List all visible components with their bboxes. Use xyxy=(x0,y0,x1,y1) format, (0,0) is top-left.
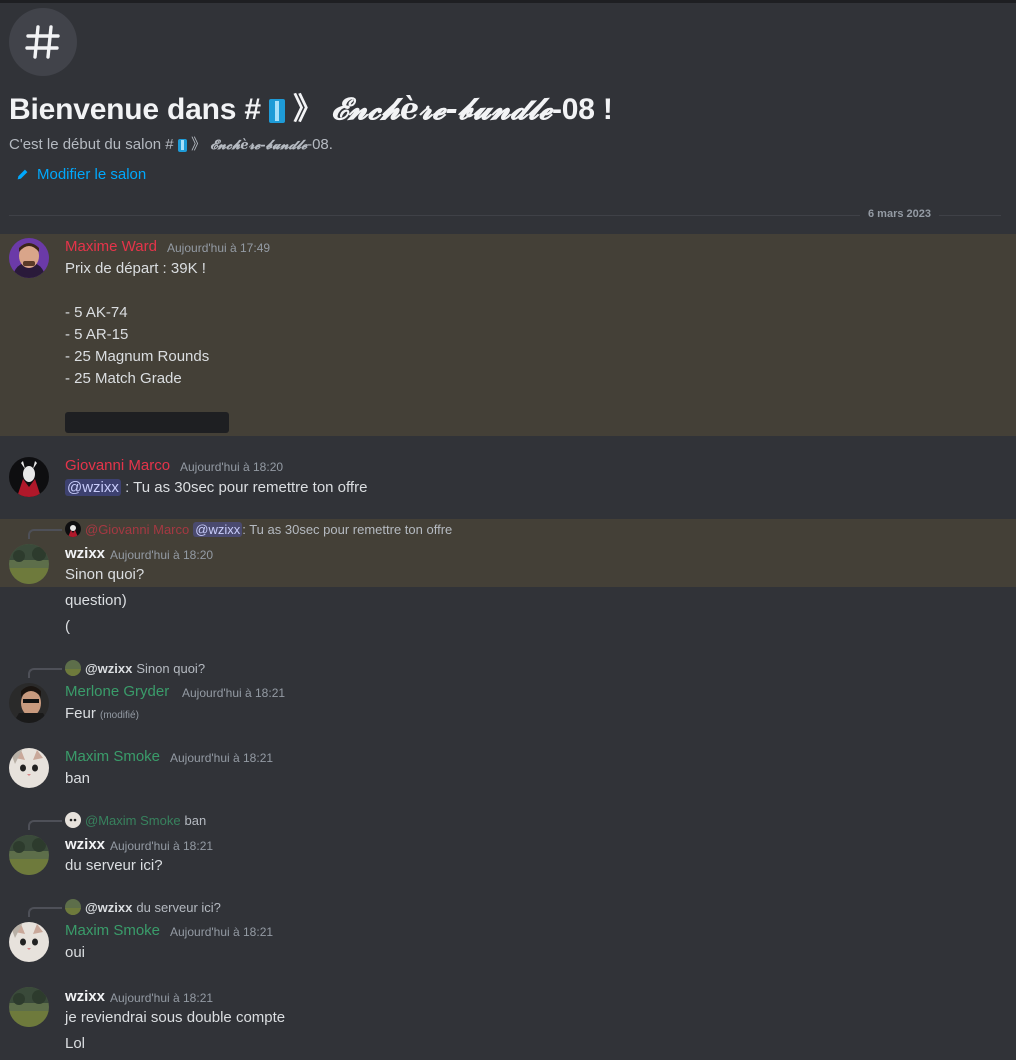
reply-avatar xyxy=(65,812,81,828)
message-timestamp: Aujourd'hui à 18:21 xyxy=(182,686,286,700)
reply-preview[interactable]: @Maxim Smoke ban xyxy=(65,812,206,828)
avatar[interactable] xyxy=(9,457,49,497)
message-author[interactable]: wzixx xyxy=(65,988,105,1005)
message-text: - 25 Match Grade xyxy=(65,370,182,387)
message-author[interactable]: wzixx xyxy=(65,836,105,853)
message-timestamp: Aujourd'hui à 18:21 xyxy=(110,839,214,853)
top-border xyxy=(0,0,1016,3)
message-timestamp: Aujourd'hui à 18:20 xyxy=(180,460,284,474)
message-text: je reviendrai sous double compte xyxy=(65,1009,286,1026)
message-text: @wzixx : Tu as 30sec pour remettre ton o… xyxy=(65,479,368,496)
avatar[interactable] xyxy=(9,922,49,962)
message-text: du serveur ici? xyxy=(65,857,163,874)
reply-connector xyxy=(28,907,62,917)
avatar[interactable] xyxy=(9,835,49,875)
message-text: Sinon quoi? xyxy=(65,566,145,583)
message-text: ban xyxy=(65,770,91,787)
message-text: oui xyxy=(65,944,86,961)
message-timestamp: Aujourd'hui à 18:21 xyxy=(170,925,274,939)
channel-welcome-subtitle: C'est le début du salon # 》 𝓔𝓷𝓬𝓱è𝓻𝓮-𝓫𝓾𝓷𝓭… xyxy=(9,136,333,153)
channel-hash-icon xyxy=(9,8,77,76)
message-author[interactable]: Giovanni Marco xyxy=(65,457,170,474)
pencil-icon xyxy=(17,169,28,180)
edited-tag: (modifié) xyxy=(100,710,139,721)
reply-connector xyxy=(28,820,62,830)
message-timestamp: Aujourd'hui à 18:21 xyxy=(170,751,274,765)
message-author[interactable]: Maxim Smoke xyxy=(65,922,160,939)
edit-channel-link[interactable]: Modifier le salon xyxy=(16,166,146,183)
avatar[interactable] xyxy=(9,544,49,584)
reply-avatar xyxy=(65,521,81,537)
message-author[interactable]: Merlone Gryder xyxy=(65,683,169,700)
ticket-emoji-icon xyxy=(177,138,187,152)
message-text: - 5 AK-74 xyxy=(65,304,128,321)
message-text: question) xyxy=(65,592,127,609)
date-divider-line xyxy=(9,215,1001,216)
reply-connector xyxy=(28,668,62,678)
reply-avatar xyxy=(65,899,81,915)
avatar[interactable] xyxy=(9,683,49,723)
avatar[interactable] xyxy=(9,238,49,278)
message-author[interactable]: Maxim Smoke xyxy=(65,748,160,765)
spoiler-block[interactable] xyxy=(65,412,229,433)
message-text: Prix de départ : 39K ! xyxy=(65,260,206,277)
user-mention[interactable]: @wzixx xyxy=(65,479,121,496)
avatar[interactable] xyxy=(9,748,49,788)
reply-preview[interactable]: @wzixx Sinon quoi? xyxy=(65,660,205,676)
avatar[interactable] xyxy=(9,987,49,1027)
message-timestamp: Aujourd'hui à 18:21 xyxy=(110,991,214,1005)
reply-preview[interactable]: @Giovanni Marco @wzixx : Tu as 30sec pou… xyxy=(65,521,452,537)
message-text: - 5 AR-15 xyxy=(65,326,129,343)
date-divider-label: 6 mars 2023 xyxy=(860,208,939,220)
message-text: Lol xyxy=(65,1035,86,1052)
message-author[interactable]: wzixx xyxy=(65,545,105,562)
message-text: ( xyxy=(65,618,70,635)
message-author[interactable]: Maxime Ward xyxy=(65,238,157,255)
message-timestamp: Aujourd'hui à 18:20 xyxy=(110,548,214,562)
message-timestamp: Aujourd'hui à 17:49 xyxy=(167,241,271,255)
reply-connector xyxy=(28,529,62,539)
reply-preview[interactable]: @wzixx du serveur ici? xyxy=(65,899,221,915)
ticket-emoji-icon xyxy=(269,99,286,124)
channel-welcome-title: Bienvenue dans # 》 𝓔𝓷𝓬𝓱è𝓻𝓮-𝓫𝓾𝓷𝓭𝓵𝓮-08 ! xyxy=(9,92,613,127)
message-text: Feur (modifié) xyxy=(65,705,139,722)
reply-avatar xyxy=(65,660,81,676)
message-text: - 25 Magnum Rounds xyxy=(65,348,210,365)
